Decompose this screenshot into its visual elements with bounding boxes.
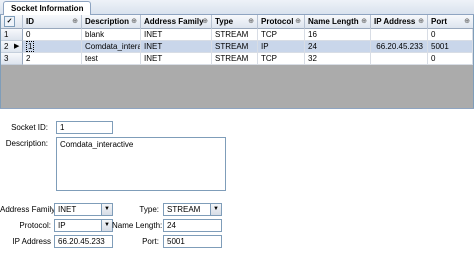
socket-id-label: Socket ID: bbox=[11, 123, 48, 132]
table-row-selected[interactable]: 2▶ 1 Comdata_intera... INET STREAM IP 24… bbox=[1, 41, 473, 53]
cell-description[interactable]: blank bbox=[82, 29, 141, 41]
cell-address-family[interactable]: INET bbox=[141, 41, 212, 53]
cell-name-length[interactable]: 24 bbox=[305, 41, 371, 53]
chevron-down-icon[interactable]: ▼ bbox=[101, 220, 112, 231]
ip-address-field[interactable]: 66.20.45.233 bbox=[54, 235, 113, 248]
column-header-description[interactable]: Description ⊕ bbox=[82, 15, 141, 29]
cell-description[interactable]: Comdata_intera... bbox=[82, 41, 141, 53]
port-label: Port: bbox=[142, 237, 159, 246]
grid-options-icon[interactable]: ✓ bbox=[4, 16, 15, 27]
cell-type[interactable]: STREAM bbox=[212, 41, 258, 53]
cell-name-length[interactable]: 32 bbox=[305, 53, 371, 65]
name-length-field[interactable]: 24 bbox=[163, 219, 222, 232]
row-header[interactable]: 3 bbox=[1, 53, 23, 65]
address-family-label: Address Family: bbox=[0, 205, 58, 214]
name-length-label: Name Length: bbox=[112, 221, 163, 230]
cell-port[interactable]: 0 bbox=[428, 29, 473, 41]
detail-form: Socket ID: 1 Description: Comdata_intera… bbox=[0, 108, 474, 255]
socket-grid: ✓ ID ⊕ Description ⊕ Address Family ⊕ Type ⊕… bbox=[0, 15, 474, 108]
row-header[interactable]: 1 bbox=[1, 29, 23, 41]
cell-port[interactable]: 5001 bbox=[428, 41, 473, 53]
cell-description[interactable]: test bbox=[82, 53, 141, 65]
tab-socket-information[interactable]: Socket Information bbox=[3, 1, 92, 15]
pin-icon[interactable]: ⊕ bbox=[361, 15, 367, 28]
type-select[interactable]: STREAM ▼ bbox=[163, 203, 222, 216]
address-family-select[interactable]: INET ▼ bbox=[54, 203, 113, 216]
column-header-ip-address[interactable]: IP Address ⊕ bbox=[371, 15, 428, 29]
protocol-label: Protocol: bbox=[19, 221, 51, 230]
cell-protocol[interactable]: IP bbox=[258, 41, 305, 53]
cell-type[interactable]: STREAM bbox=[212, 29, 258, 41]
chevron-down-icon[interactable]: ▼ bbox=[101, 204, 112, 215]
column-header-port[interactable]: Port ⊕ bbox=[428, 15, 473, 29]
column-header-id[interactable]: ID ⊕ bbox=[23, 15, 82, 29]
cell-id[interactable]: 2 bbox=[23, 53, 82, 65]
cell-ip-address[interactable]: 66.20.45.233 bbox=[371, 41, 428, 53]
table-row[interactable]: 1 0 blank INET STREAM TCP 16 0 bbox=[1, 29, 473, 41]
chevron-down-icon[interactable]: ▼ bbox=[210, 204, 221, 215]
current-row-arrow-icon: ▶ bbox=[14, 43, 20, 50]
description-label: Description: bbox=[5, 139, 48, 148]
pin-icon[interactable]: ⊕ bbox=[248, 15, 254, 28]
cell-name-length[interactable]: 16 bbox=[305, 29, 371, 41]
table-row[interactable]: 3 2 test INET STREAM TCP 32 0 bbox=[1, 53, 473, 65]
column-header-address-family[interactable]: Address Family ⊕ bbox=[141, 15, 212, 29]
socket-id-field[interactable]: 1 bbox=[56, 121, 113, 134]
description-field[interactable]: Comdata_interactive bbox=[56, 137, 226, 191]
cell-protocol[interactable]: TCP bbox=[258, 29, 305, 41]
tab-strip: Socket Information bbox=[0, 0, 474, 15]
cell-port[interactable]: 0 bbox=[428, 53, 473, 65]
grid-header: ✓ ID ⊕ Description ⊕ Address Family ⊕ Type ⊕… bbox=[1, 15, 473, 29]
column-header-name-length[interactable]: Name Length ⊕ bbox=[305, 15, 371, 29]
pin-icon[interactable]: ⊕ bbox=[131, 15, 137, 28]
ip-address-label: IP Address bbox=[12, 237, 51, 246]
column-header-protocol[interactable]: Protocol ⊕ bbox=[258, 15, 305, 29]
port-field[interactable]: 5001 bbox=[163, 235, 222, 248]
cell-protocol[interactable]: TCP bbox=[258, 53, 305, 65]
cell-id[interactable]: 1 bbox=[23, 41, 82, 53]
pin-icon[interactable]: ⊕ bbox=[72, 15, 78, 28]
grid-corner[interactable]: ✓ bbox=[1, 15, 23, 29]
row-header[interactable]: 2 ▶ bbox=[1, 41, 23, 53]
protocol-select[interactable]: IP ▼ bbox=[54, 219, 113, 232]
pin-icon[interactable]: ⊕ bbox=[464, 15, 470, 28]
cell-address-family[interactable]: INET bbox=[141, 53, 212, 65]
cell-address-family[interactable]: INET bbox=[141, 29, 212, 41]
cell-id[interactable]: 0 bbox=[23, 29, 82, 41]
column-header-type[interactable]: Type ⊕ bbox=[212, 15, 258, 29]
pin-icon[interactable]: ⊕ bbox=[202, 15, 208, 28]
cell-ip-address[interactable] bbox=[371, 29, 428, 41]
type-label: Type: bbox=[139, 205, 159, 214]
pin-icon[interactable]: ⊕ bbox=[418, 15, 424, 28]
cell-type[interactable]: STREAM bbox=[212, 53, 258, 65]
pin-icon[interactable]: ⊕ bbox=[295, 15, 301, 28]
cell-ip-address[interactable] bbox=[371, 53, 428, 65]
